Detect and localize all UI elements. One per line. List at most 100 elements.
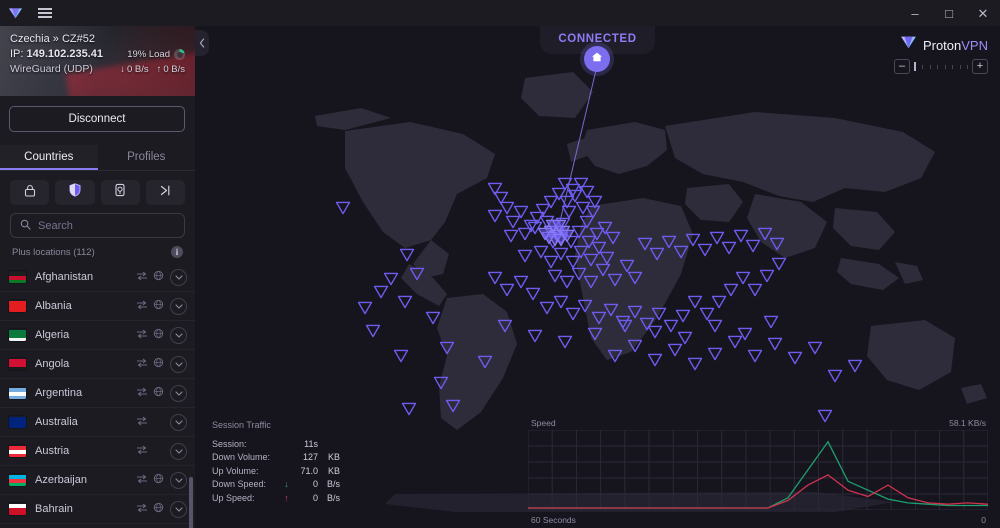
close-button[interactable]: ✕	[966, 0, 1000, 26]
country-row[interactable]: Bahrain	[0, 495, 195, 524]
chevron-down-icon[interactable]	[170, 413, 187, 431]
session-traffic-row: Up Volume: 71.0 KB	[212, 464, 340, 478]
p2p-swap-icon[interactable]	[134, 268, 150, 286]
session-traffic-row: Down Volume: 127 KB	[212, 451, 340, 465]
country-flag-icon	[9, 416, 26, 428]
speed-graph-title: Speed	[531, 418, 556, 428]
globe-icon[interactable]	[150, 500, 166, 518]
globe-icon[interactable]	[150, 326, 166, 344]
country-row[interactable]: Afghanistan	[0, 263, 195, 292]
session-traffic-title: Session Traffic	[212, 420, 271, 430]
hamburger-menu-icon[interactable]	[30, 0, 60, 26]
disconnect-button[interactable]: Disconnect	[9, 106, 185, 132]
upload-arrow-icon: ↑	[156, 64, 162, 75]
session-traffic-unit: B/s	[326, 479, 340, 490]
globe-icon[interactable]	[150, 297, 166, 315]
country-row[interactable]: Azerbaijan	[0, 466, 195, 495]
session-traffic-unit: KB	[327, 465, 340, 476]
country-list-scrollbar-thumb[interactable]	[189, 477, 193, 528]
load-ring-icon	[174, 49, 185, 60]
globe-icon[interactable]	[150, 355, 166, 373]
search-box[interactable]	[10, 213, 185, 238]
session-traffic-value: 0	[312, 479, 318, 490]
chevron-down-icon[interactable]	[170, 442, 187, 460]
globe-icon[interactable]	[150, 471, 166, 489]
country-row[interactable]: Angola	[0, 350, 195, 379]
lock-icon	[24, 184, 36, 202]
country-name: Bahrain	[35, 503, 73, 515]
filter-toolbar	[0, 171, 195, 209]
zoom-slider-handle[interactable]	[914, 62, 916, 71]
session-traffic-label: Session:	[212, 438, 247, 449]
brand-vpn-text: VPN	[961, 37, 988, 53]
search-area	[0, 209, 195, 238]
session-traffic-value: 0	[312, 492, 318, 503]
chevron-down-icon[interactable]	[170, 297, 187, 315]
info-icon[interactable]: i	[171, 246, 183, 258]
tab-countries[interactable]: Countries	[0, 145, 98, 170]
p2p-swap-icon[interactable]	[134, 297, 150, 315]
p2p-swap-icon[interactable]	[134, 326, 150, 344]
ip-address-row: IP: 149.102.235.41	[10, 47, 103, 62]
zoom-out-button[interactable]: –	[894, 59, 910, 74]
country-name: Angola	[35, 358, 70, 370]
chevron-down-icon[interactable]	[170, 500, 187, 518]
secure-core-filter-button[interactable]	[10, 180, 50, 205]
netshield-filter-button[interactable]	[55, 180, 95, 205]
globe-icon[interactable]	[150, 268, 166, 286]
search-input[interactable]	[38, 219, 180, 232]
session-traffic-value: 11s	[304, 438, 318, 449]
chevron-down-icon[interactable]	[170, 355, 187, 373]
country-row[interactable]: Argentina	[0, 379, 195, 408]
session-traffic-row: Session: 11s	[212, 437, 340, 451]
shield-icon	[69, 183, 81, 202]
protonvpn-brand: ProtonVPN	[900, 34, 988, 56]
server-load-label: 19% Load	[127, 49, 170, 60]
chevron-down-icon[interactable]	[170, 326, 187, 344]
chevron-down-icon[interactable]	[170, 471, 187, 489]
maximize-button[interactable]: □	[932, 0, 966, 26]
country-list-scrollbar-track[interactable]	[189, 263, 194, 528]
speed-graph-xlabel: 60 Seconds	[531, 515, 576, 525]
country-row[interactable]: Albania	[0, 292, 195, 321]
session-traffic-value: 127	[302, 452, 318, 463]
tab-profiles[interactable]: Profiles	[98, 145, 196, 170]
chevron-down-icon[interactable]	[170, 268, 187, 286]
minimize-button[interactable]: –	[898, 0, 932, 26]
p2p-swap-icon[interactable]	[134, 384, 150, 402]
p2p-swap-icon[interactable]	[134, 500, 150, 518]
home-icon	[591, 50, 603, 68]
session-traffic-unit: KB	[327, 452, 340, 463]
session-traffic-arrow-icon: ↑	[284, 492, 289, 503]
country-flag-icon	[9, 445, 26, 457]
proton-logo-icon	[0, 0, 30, 26]
p2p-swap-icon[interactable]	[134, 413, 150, 431]
p2p-swap-icon[interactable]	[134, 471, 150, 489]
session-traffic-label: Up Volume:	[212, 465, 259, 476]
protonvpn-window: – □ ✕ Czechia » CZ#52 IP: 149.102.235.41…	[0, 0, 1000, 528]
upload-rate: 0 B/s	[163, 64, 185, 75]
home-pin-marker[interactable]	[584, 46, 610, 72]
country-row[interactable]: Austria	[0, 437, 195, 466]
download-rate: 0 B/s	[126, 64, 149, 75]
country-row[interactable]: Bangladesh	[0, 524, 195, 528]
country-row[interactable]: Australia	[0, 408, 195, 437]
tor-filter-button[interactable]	[100, 180, 140, 205]
zoom-slider-track[interactable]	[914, 59, 968, 74]
p2p-filter-button[interactable]	[145, 180, 185, 205]
chevron-down-icon[interactable]	[170, 384, 187, 402]
map-zoom-control[interactable]: – +	[894, 59, 988, 74]
sidebar-tabs: Countries Profiles	[0, 145, 195, 171]
p2p-swap-icon[interactable]	[134, 355, 150, 373]
globe-icon[interactable]	[150, 384, 166, 402]
session-traffic-row: Down Speed: ↓ 0 B/s	[212, 478, 340, 492]
collapse-sidebar-button[interactable]	[195, 30, 209, 56]
p2p-swap-icon[interactable]	[134, 442, 150, 460]
country-row[interactable]: Algeria	[0, 321, 195, 350]
session-traffic-label: Up Speed:	[212, 492, 255, 503]
p2p-arrow-icon	[159, 184, 171, 202]
world-map-panel[interactable]: CONNECTED ProtonVPN – + Session Traffic …	[195, 26, 1000, 528]
brand-wordmark: ProtonVPN	[923, 38, 988, 53]
country-list[interactable]: Afghanistan Albania Algeria Angola Argentina…	[0, 263, 195, 528]
zoom-in-button[interactable]: +	[972, 59, 988, 74]
